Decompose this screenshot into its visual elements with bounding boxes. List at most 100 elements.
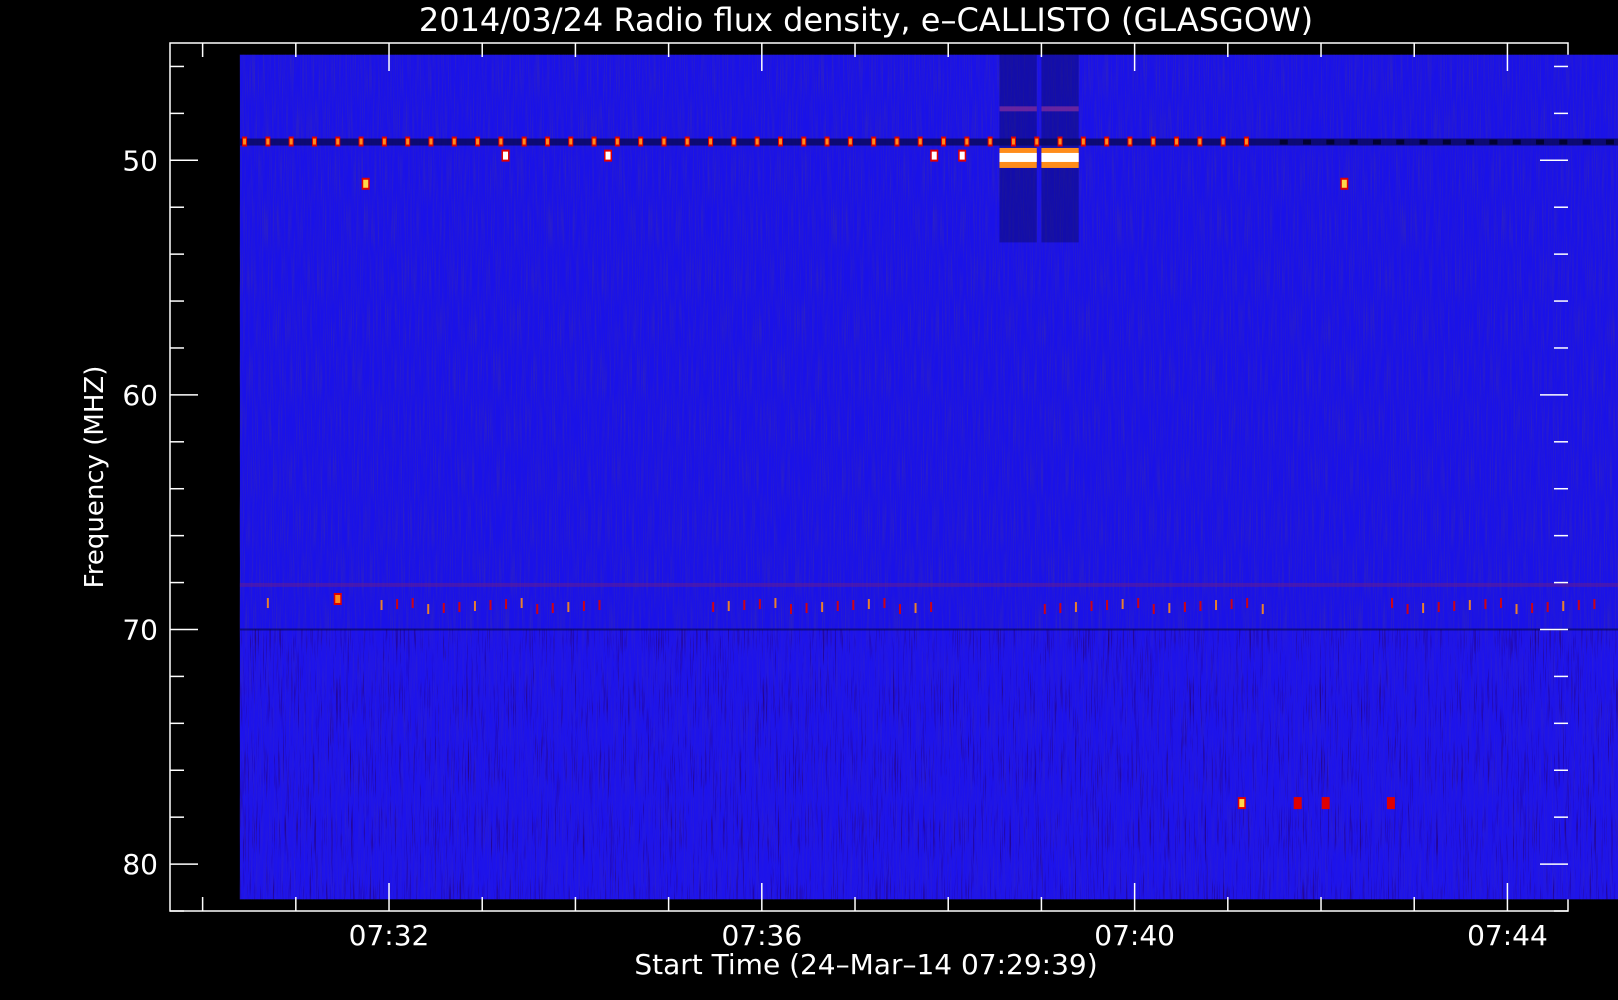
rfi-speckle-7 bbox=[1246, 598, 1249, 609]
heatmap bbox=[239, 54, 1618, 900]
rfi-speckle-26 bbox=[836, 601, 839, 612]
strong-burst-core-0 bbox=[999, 152, 1037, 162]
rfi-speckle-13 bbox=[551, 603, 554, 614]
band-49mhz-dark-mark-45 bbox=[1303, 139, 1312, 145]
band-49mhz-dot-core-6 bbox=[382, 138, 386, 145]
y-tick-label-60: 60 bbox=[122, 379, 158, 412]
band-49mhz-dot-core-29 bbox=[918, 138, 922, 145]
rfi-speckle-10 bbox=[898, 604, 901, 615]
band-49mhz-dot-core-22 bbox=[755, 138, 759, 145]
rfi-speckle-29 bbox=[489, 600, 492, 611]
x-axis-label: Start Time (24–Mar–14 07:29:39) bbox=[634, 948, 1097, 981]
rfi-speckle-1 bbox=[598, 600, 601, 611]
rfi-speckle-38 bbox=[790, 604, 793, 615]
rfi-speckle-21 bbox=[520, 598, 523, 609]
rfi-speckle-40 bbox=[1453, 601, 1456, 612]
burst-core-4 bbox=[959, 151, 965, 160]
band-49mhz-dot-core-38 bbox=[1128, 138, 1132, 145]
rfi-speckle-53 bbox=[396, 599, 399, 610]
band-49mhz-dark-mark-48 bbox=[1372, 139, 1381, 145]
band-49mhz-dot-core-27 bbox=[872, 138, 876, 145]
rfi-speckle-16 bbox=[1546, 602, 1549, 613]
burst-core-9 bbox=[1388, 799, 1394, 808]
rfi-speckle-51 bbox=[1074, 602, 1077, 613]
rfi-speckle-48 bbox=[1422, 603, 1425, 614]
rfi-speckle-0 bbox=[266, 598, 269, 609]
band-49mhz-baseline bbox=[239, 138, 1618, 146]
band-49mhz-dot-core-28 bbox=[895, 138, 899, 145]
x-tick-label-07-44: 07:44 bbox=[1467, 919, 1548, 952]
band-49mhz-dot-core-31 bbox=[965, 138, 969, 145]
strong-burst-echo-0 bbox=[999, 106, 1037, 112]
noisy-region-texture bbox=[239, 629, 1618, 900]
band-49mhz-dot-core-43 bbox=[1244, 138, 1248, 145]
rfi-speckle-32 bbox=[1484, 599, 1487, 610]
band-49mhz-dot-core-32 bbox=[988, 138, 992, 145]
band-49mhz-dot-core-15 bbox=[592, 138, 596, 145]
chart-title: 2014/03/24 Radio flux density, e–CALLIST… bbox=[419, 1, 1313, 39]
rfi-speckle-18 bbox=[867, 599, 870, 610]
band-49mhz-dot-core-24 bbox=[802, 138, 806, 145]
rfi-speckle-12 bbox=[1562, 601, 1565, 612]
burst-core-8 bbox=[1323, 799, 1329, 808]
band-49mhz-dot-core-9 bbox=[452, 138, 456, 145]
plot-area: 50607080 07:32 07:36 07:40 07:44 bbox=[122, 42, 1618, 952]
rfi-speckle-23 bbox=[1183, 602, 1186, 613]
band-49mhz-dark-mark-44 bbox=[1279, 139, 1288, 145]
rfi-speckle-2 bbox=[930, 602, 933, 613]
burst-core-3 bbox=[931, 151, 937, 160]
rfi-speckle-25 bbox=[505, 599, 508, 610]
rfi-speckle-47 bbox=[1090, 601, 1093, 612]
rfi-speckle-24 bbox=[1515, 604, 1518, 615]
rfi-speckle-8 bbox=[1577, 600, 1580, 611]
rfi-speckle-27 bbox=[1168, 603, 1171, 614]
band-49mhz-dot-core-3 bbox=[312, 138, 316, 145]
rfi-speckle-54 bbox=[727, 601, 730, 612]
band-49mhz-dot-core-2 bbox=[289, 138, 293, 145]
rfi-speckle-15 bbox=[1215, 600, 1218, 611]
band-49mhz-dark-mark-55 bbox=[1536, 139, 1545, 145]
band-49mhz-dot-core-18 bbox=[662, 138, 666, 145]
rfi-speckle-19 bbox=[1199, 601, 1202, 612]
band-49mhz-dot-core-34 bbox=[1035, 138, 1039, 145]
band-49mhz-dot-core-14 bbox=[569, 138, 573, 145]
band-49mhz-dot-core-20 bbox=[709, 138, 713, 145]
band-49mhz-dot-core-11 bbox=[499, 138, 503, 145]
band-49mhz-dot-core-12 bbox=[522, 138, 526, 145]
band-49mhz-dark-mark-58 bbox=[1605, 139, 1614, 145]
rfi-speckle-31 bbox=[1152, 604, 1155, 615]
burst-core-6 bbox=[1239, 799, 1245, 808]
spectrogram-chart: 2014/03/24 Radio flux density, e–CALLIST… bbox=[80, 1, 1618, 981]
band-49mhz-dot-core-23 bbox=[778, 138, 782, 145]
rfi-speckle-39 bbox=[1121, 599, 1124, 610]
band-49mhz-dot-core-16 bbox=[615, 138, 619, 145]
band-49mhz-dot-core-1 bbox=[266, 138, 270, 145]
band-49mhz-dot-core-5 bbox=[359, 138, 363, 145]
band-49mhz-dot-core-21 bbox=[732, 138, 736, 145]
band-49mhz-dark-mark-47 bbox=[1349, 139, 1358, 145]
rfi-speckle-30 bbox=[821, 602, 824, 613]
rfi-speckle-3 bbox=[1261, 604, 1264, 615]
band-49mhz-dark-mark-49 bbox=[1396, 139, 1405, 145]
band-49mhz-dot-core-30 bbox=[942, 138, 946, 145]
rfi-speckle-57 bbox=[380, 600, 383, 611]
burst-core-0 bbox=[363, 179, 369, 188]
rfi-speckle-49 bbox=[411, 598, 414, 609]
rfi-speckle-35 bbox=[1137, 598, 1140, 609]
rfi-speckle-43 bbox=[1106, 600, 1109, 611]
rfi-speckle-55 bbox=[1059, 603, 1062, 614]
rfi-speckle-41 bbox=[442, 603, 445, 614]
band-49mhz-dot-core-36 bbox=[1081, 138, 1085, 145]
band-49mhz-dot-core-33 bbox=[1011, 138, 1015, 145]
rfi-band-68mhz bbox=[239, 582, 1618, 587]
x-tick-label-07-40: 07:40 bbox=[1094, 919, 1175, 952]
band-49mhz-dot-core-40 bbox=[1175, 138, 1179, 145]
rfi-speckle-4 bbox=[1593, 599, 1596, 610]
band-49mhz-dot-core-42 bbox=[1221, 138, 1225, 145]
band-49mhz-dot-core-8 bbox=[429, 138, 433, 145]
strong-burst-core-1 bbox=[1041, 152, 1079, 162]
rfi-speckle-45 bbox=[427, 604, 430, 615]
rfi-speckle-42 bbox=[774, 598, 777, 609]
band-49mhz-dot-core-7 bbox=[406, 138, 410, 145]
rfi-speckle-52 bbox=[1406, 604, 1409, 615]
